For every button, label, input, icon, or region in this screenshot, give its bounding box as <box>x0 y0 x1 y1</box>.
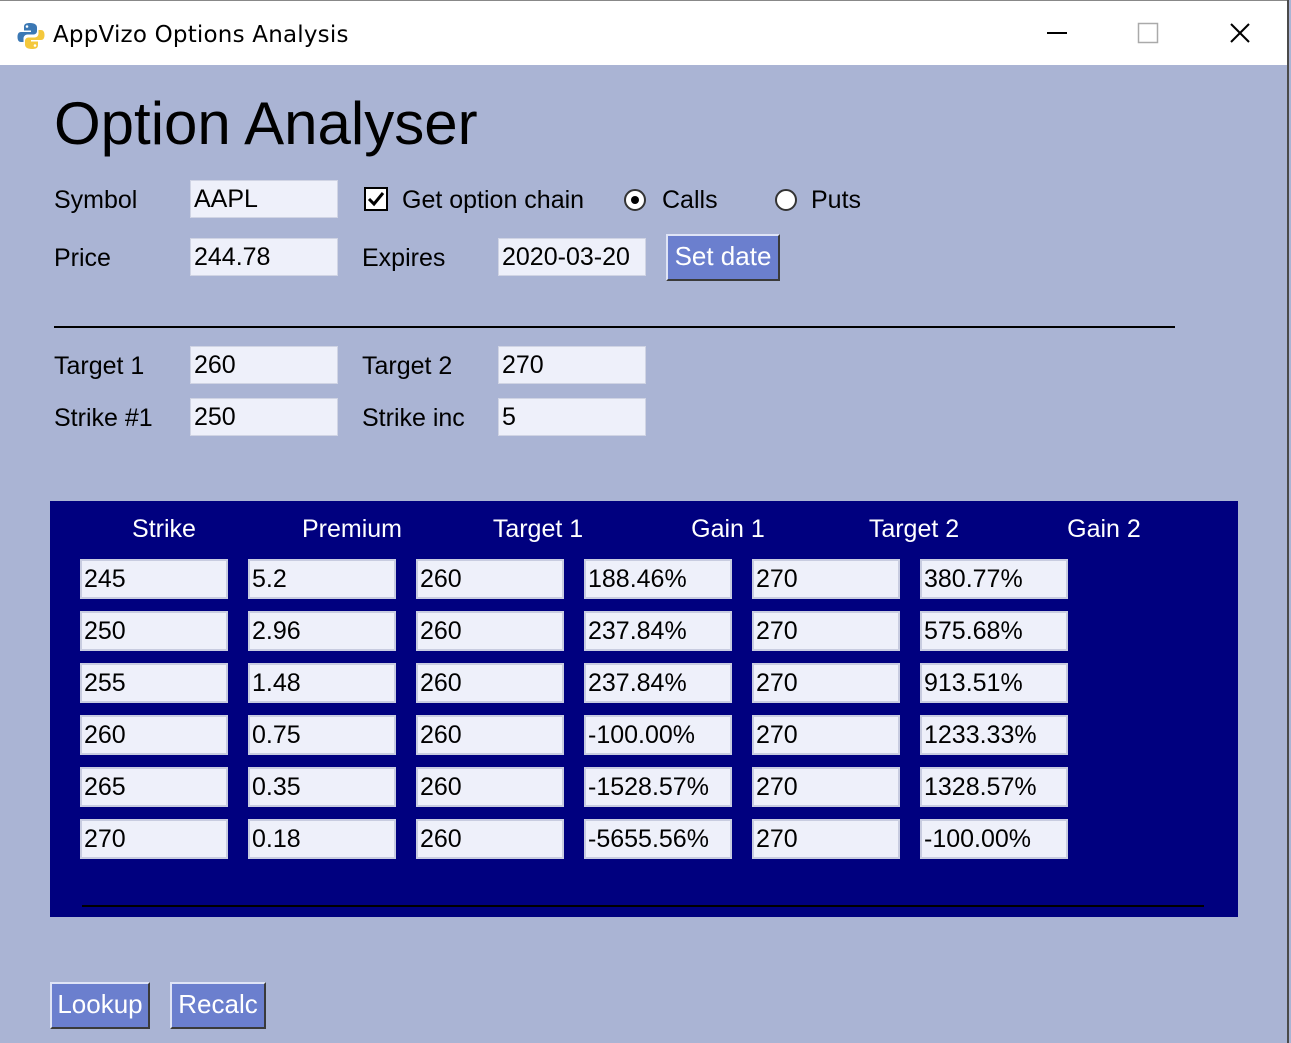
cell-gain1-row-6[interactable]: -5655.56% <box>584 819 732 859</box>
strike-inc-label: Strike inc <box>362 404 465 432</box>
cell-strike-row-6[interactable]: 270 <box>80 819 228 859</box>
calls-radio[interactable] <box>624 189 646 211</box>
window-title: AppVizo Options Analysis <box>53 22 349 48</box>
cell-premium-row-5[interactable]: 0.35 <box>248 767 396 807</box>
title-bar[interactable]: AppVizo Options Analysis <box>0 0 1287 65</box>
target2-input[interactable]: 270 <box>498 346 646 384</box>
maximize-icon <box>1137 22 1159 44</box>
cell-target2-row-1[interactable]: 270 <box>752 559 900 599</box>
close-icon <box>1228 21 1252 45</box>
strike1-label: Strike #1 <box>54 404 153 432</box>
cell-gain2-row-2[interactable]: 575.68% <box>920 611 1068 651</box>
radio-selected-dot <box>631 196 639 204</box>
cell-gain1-row-4[interactable]: -100.00% <box>584 715 732 755</box>
cell-strike-row-1[interactable]: 245 <box>80 559 228 599</box>
cell-gain2-row-1[interactable]: 380.77% <box>920 559 1068 599</box>
python-logo-icon <box>16 21 46 51</box>
cell-target2-row-5[interactable]: 270 <box>752 767 900 807</box>
results-panel: Strike Premium Target 1 Gain 1 Target 2 … <box>50 501 1238 917</box>
cell-target2-row-6[interactable]: 270 <box>752 819 900 859</box>
cell-target2-row-3[interactable]: 270 <box>752 663 900 703</box>
puts-label: Puts <box>811 186 862 214</box>
get-option-chain-label: Get option chain <box>402 186 585 214</box>
cell-strike-row-3[interactable]: 255 <box>80 663 228 703</box>
cell-premium-row-1[interactable]: 5.2 <box>248 559 396 599</box>
app-window: AppVizo Options Analysis Option Analyser… <box>0 0 1289 1043</box>
cell-gain1-row-3[interactable]: 237.84% <box>584 663 732 703</box>
strike-inc-input[interactable]: 5 <box>498 398 646 436</box>
target2-label: Target 2 <box>362 352 453 380</box>
cell-gain2-row-4[interactable]: 1233.33% <box>920 715 1068 755</box>
panel-divider <box>82 905 1204 907</box>
column-header-gain2: Gain 2 <box>1067 515 1141 543</box>
get-option-chain-checkbox[interactable] <box>364 187 388 211</box>
cell-target1-row-3[interactable]: 260 <box>416 663 564 703</box>
column-header-premium: Premium <box>301 515 402 543</box>
cell-target2-row-4[interactable]: 270 <box>752 715 900 755</box>
price-input[interactable]: 244.78 <box>190 238 338 276</box>
recalc-button[interactable]: Recalc <box>170 982 266 1029</box>
maximize-button[interactable] <box>1125 9 1171 57</box>
strike1-input[interactable]: 250 <box>190 398 338 436</box>
set-date-button[interactable]: Set date <box>666 234 780 281</box>
page-title: Option Analyser <box>54 90 478 157</box>
expires-label: Expires <box>362 244 446 272</box>
cell-target1-row-6[interactable]: 260 <box>416 819 564 859</box>
cell-target1-row-2[interactable]: 260 <box>416 611 564 651</box>
puts-radio[interactable] <box>775 189 797 211</box>
cell-gain1-row-1[interactable]: 188.46% <box>584 559 732 599</box>
cell-strike-row-5[interactable]: 265 <box>80 767 228 807</box>
target1-input[interactable]: 260 <box>190 346 338 384</box>
cell-target1-row-1[interactable]: 260 <box>416 559 564 599</box>
symbol-label: Symbol <box>54 186 138 214</box>
symbol-input[interactable]: AAPL <box>190 180 338 218</box>
lookup-button[interactable]: Lookup <box>50 982 150 1029</box>
calls-label: Calls <box>662 186 718 214</box>
cell-strike-row-2[interactable]: 250 <box>80 611 228 651</box>
cell-gain2-row-5[interactable]: 1328.57% <box>920 767 1068 807</box>
column-header-target2: Target 2 <box>868 515 960 543</box>
divider <box>54 326 1175 328</box>
cell-strike-row-4[interactable]: 260 <box>80 715 228 755</box>
cell-target1-row-5[interactable]: 260 <box>416 767 564 807</box>
expires-input[interactable]: 2020-03-20 <box>498 238 646 276</box>
column-header-gain1: Gain 1 <box>691 515 765 543</box>
cell-premium-row-4[interactable]: 0.75 <box>248 715 396 755</box>
cell-premium-row-6[interactable]: 0.18 <box>248 819 396 859</box>
cell-premium-row-2[interactable]: 2.96 <box>248 611 396 651</box>
cell-gain1-row-5[interactable]: -1528.57% <box>584 767 732 807</box>
minimize-button[interactable] <box>1034 9 1080 57</box>
column-header-strike: Strike <box>132 515 196 543</box>
column-header-target1: Target 1 <box>492 515 584 543</box>
cell-premium-row-3[interactable]: 1.48 <box>248 663 396 703</box>
close-button[interactable] <box>1217 9 1263 57</box>
cell-target1-row-4[interactable]: 260 <box>416 715 564 755</box>
cell-gain2-row-3[interactable]: 913.51% <box>920 663 1068 703</box>
price-label: Price <box>54 244 111 272</box>
cell-gain2-row-6[interactable]: -100.00% <box>920 819 1068 859</box>
cell-gain1-row-2[interactable]: 237.84% <box>584 611 732 651</box>
minimize-icon <box>1046 22 1068 44</box>
cell-target2-row-2[interactable]: 270 <box>752 611 900 651</box>
target1-label: Target 1 <box>54 352 145 380</box>
